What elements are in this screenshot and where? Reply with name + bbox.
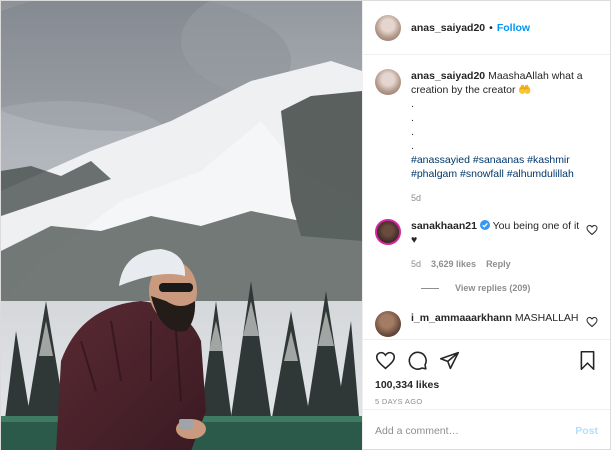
comments-list[interactable]: anas_saiyad20 MaashaAllah what a creatio… — [363, 55, 610, 339]
comment-text: You being one of it — [492, 220, 580, 232]
reply-button[interactable]: Reply — [486, 257, 511, 271]
caption-dot-3: . — [411, 126, 414, 138]
commenter-avatar[interactable] — [375, 311, 401, 337]
comment-text: MASHALLAH — [514, 312, 579, 324]
follow-button[interactable]: Follow — [497, 22, 530, 34]
comment-age: 5d — [411, 259, 422, 269]
post-sidebar: anas_saiyad20 • Follow anas_saiyad20 Maa… — [362, 1, 610, 450]
post-header: anas_saiyad20 • Follow — [363, 1, 610, 55]
author-avatar[interactable] — [375, 14, 401, 41]
view-replies-label[interactable]: View replies (209) — [455, 283, 530, 293]
heart-icon[interactable] — [586, 224, 598, 236]
caption-emoji: 🤲 — [518, 84, 532, 96]
caption-hashtags[interactable]: #anassayied #sanaanas #kashmir #phalgam … — [411, 153, 598, 181]
post-comment-button[interactable]: Post — [575, 425, 598, 437]
bookmark-icon[interactable] — [577, 350, 598, 371]
header-separator: • — [489, 21, 493, 34]
author-username[interactable]: anas_saiyad20 — [411, 22, 485, 34]
caption-dot-1: . — [411, 98, 414, 110]
comment-username[interactable]: sanakhaan21 — [411, 220, 477, 232]
caption-dot-4: . — [411, 140, 414, 152]
posted-time: 5 DAYS AGO — [375, 397, 423, 406]
comment-likes[interactable]: 3,629 likes — [431, 257, 476, 271]
caption: anas_saiyad20 MaashaAllah what a creatio… — [375, 69, 598, 205]
caption-avatar[interactable] — [375, 69, 401, 95]
caption-dot-2: . — [411, 112, 414, 124]
comment-username[interactable]: i_m_ammaaarkhann — [411, 312, 512, 324]
replies-line — [421, 287, 439, 289]
add-comment-input[interactable] — [375, 424, 576, 437]
heart-icon[interactable] — [375, 350, 396, 371]
instagram-post: anas_saiyad20 • Follow anas_saiyad20 Maa… — [0, 0, 611, 450]
caption-username[interactable]: anas_saiyad20 — [411, 70, 485, 82]
comment-icon[interactable] — [407, 350, 428, 371]
verified-icon — [479, 220, 490, 230]
share-icon[interactable] — [439, 350, 460, 371]
snowy-mountain-image — [1, 1, 362, 450]
comment-item: sanakhaan21 You being one of it ♥ 5d 3,6… — [375, 219, 598, 271]
comment-heart: ♥ — [411, 234, 418, 246]
view-replies[interactable]: View replies (209) — [421, 283, 598, 293]
comment-item: i_m_ammaaarkhann MASHALLAH — [375, 311, 598, 337]
post-photo[interactable] — [1, 1, 362, 450]
add-comment-bar: Post — [363, 409, 610, 450]
like-count[interactable]: 100,334 likes — [375, 379, 598, 391]
heart-icon[interactable] — [586, 316, 598, 328]
caption-age: 5d — [411, 193, 422, 203]
commenter-avatar[interactable] — [375, 219, 401, 245]
post-actions: 100,334 likes 5 DAYS AGO — [363, 339, 610, 409]
